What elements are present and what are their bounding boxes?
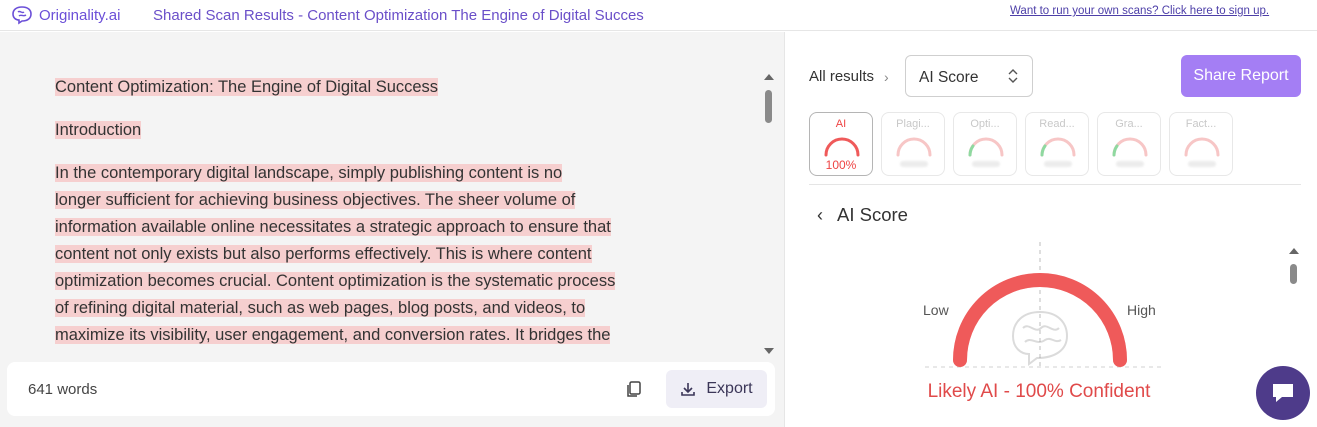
mini-gauge-icon (968, 137, 1004, 157)
tile-label: Read... (1039, 118, 1075, 130)
chevron-right-icon: › (884, 68, 889, 85)
tile-label: AI (835, 118, 847, 130)
copy-icon (627, 381, 641, 397)
download-icon (681, 383, 696, 396)
mini-gauge-icon (824, 137, 860, 157)
tile-value: 100% (825, 158, 857, 172)
export-label: Export (706, 380, 753, 397)
page-title: Shared Scan Results - Content Optimizati… (153, 7, 644, 24)
document-panel: Content Optimization: The Engine of Digi… (0, 32, 784, 427)
section-back[interactable]: ‹ AI Score (817, 204, 908, 226)
blurred-value (1188, 161, 1216, 167)
gauge-high-label: High (1127, 302, 1156, 318)
mini-gauge-icon (1112, 137, 1148, 157)
blurred-value (1044, 161, 1072, 167)
mini-gauge-icon (896, 137, 932, 157)
word-count: 641 words (28, 381, 98, 398)
scroll-up-arrow[interactable] (764, 74, 774, 80)
tile-fact-check[interactable]: Fact... (1169, 112, 1233, 176)
document-footer: 641 words Export (7, 362, 775, 416)
brand[interactable]: Originality.ai (11, 5, 120, 25)
tile-label: Gra... (1115, 118, 1143, 130)
back-chevron-icon[interactable]: ‹ (817, 205, 823, 226)
chat-button[interactable] (1256, 366, 1310, 420)
document-intro-heading: Introduction (55, 121, 142, 139)
text-line: In the contemporary digital landscape, s… (55, 164, 563, 182)
blurred-value (900, 161, 928, 167)
tile-label: Opti... (970, 118, 1000, 130)
divider (809, 184, 1301, 185)
tile-readability[interactable]: Read... (1025, 112, 1089, 176)
text-line: maximize its visibility, user engagement… (55, 326, 611, 344)
document-scrollbar[interactable] (762, 74, 776, 354)
score-type-value: AI Score (919, 69, 979, 86)
score-tiles: AI 100% Plagi... Opti... Read... Gra... … (809, 112, 1233, 176)
breadcrumb[interactable]: All results › (809, 68, 889, 85)
select-arrows-icon (1008, 69, 1018, 83)
top-bar: Originality.ai Shared Scan Results - Con… (0, 0, 1317, 31)
tile-plagiarism[interactable]: Plagi... (881, 112, 945, 176)
document-paragraph: In the contemporary digital landscape, s… (55, 160, 665, 349)
chat-icon (1273, 384, 1293, 402)
text-line: of refining digital material, such as we… (55, 299, 586, 317)
gauge-low-label: Low (923, 302, 949, 318)
document-content: Content Optimization: The Engine of Digi… (0, 32, 760, 354)
tile-ai[interactable]: AI 100% (809, 112, 873, 176)
share-report-button[interactable]: Share Report (1181, 55, 1301, 97)
tile-label: Fact... (1185, 118, 1217, 130)
scroll-thumb[interactable] (765, 90, 772, 123)
copy-button[interactable] (625, 380, 643, 398)
brain-logo-icon (12, 6, 32, 25)
blurred-value (972, 161, 1000, 167)
scroll-up-arrow[interactable] (1289, 248, 1299, 254)
results-scrollbar[interactable] (1287, 248, 1301, 378)
blurred-value (1116, 161, 1144, 167)
signup-link[interactable]: Want to run your own scans? Click here t… (1010, 5, 1269, 17)
score-type-select[interactable]: AI Score (905, 55, 1033, 97)
text-line: content not only exists but also perform… (55, 245, 592, 263)
tile-grammar[interactable]: Gra... (1097, 112, 1161, 176)
tile-optimization[interactable]: Opti... (953, 112, 1017, 176)
brand-name: Originality.ai (39, 6, 121, 24)
text-line: optimization becomes crucial. Content op… (55, 272, 616, 290)
document-heading: Content Optimization: The Engine of Digi… (55, 78, 439, 96)
section-title: AI Score (837, 204, 908, 225)
ai-verdict: Likely AI - 100% Confident (927, 381, 1151, 402)
text-line: longer sufficient for achieving business… (55, 191, 576, 209)
scroll-down-arrow[interactable] (764, 348, 774, 354)
results-panel: All results › AI Score Share Report AI 1… (784, 32, 1317, 427)
tile-label: Plagi... (896, 118, 930, 130)
scroll-thumb[interactable] (1290, 264, 1297, 284)
mini-gauge-icon (1040, 137, 1076, 157)
export-button[interactable]: Export (666, 370, 767, 408)
mini-gauge-icon (1184, 137, 1220, 157)
text-line: information available online necessitate… (55, 218, 611, 236)
breadcrumb-all-results[interactable]: All results (809, 68, 874, 85)
